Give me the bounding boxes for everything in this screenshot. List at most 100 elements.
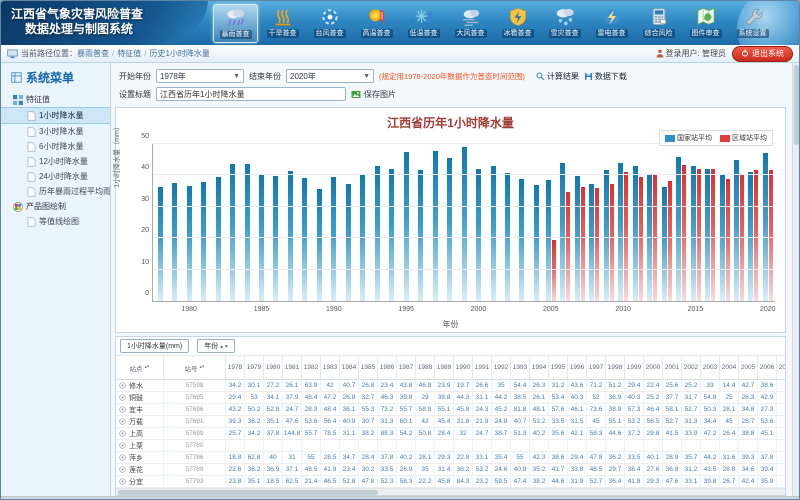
station-name-cell[interactable]: 上栗 [116, 440, 164, 451]
bar-regional-2005[interactable] [552, 240, 556, 301]
horizontal-scrollbar[interactable] [116, 488, 785, 495]
table-row-万载[interactable]: 万载5769139.336.235.147.653.656.440.930.73… [116, 416, 785, 428]
bar-regional-2015[interactable] [697, 169, 701, 301]
table-row-分宜[interactable]: 分宜5779323.835.118.562.521.446.552.847.85… [116, 476, 785, 488]
station-name-cell[interactable]: 萍乡 [116, 452, 164, 463]
col-header-station-id[interactable]: 站号▴▾ [164, 356, 226, 379]
sidebar-group-1[interactable]: 特征值 [1, 92, 110, 107]
bar-national-2015[interactable] [691, 166, 696, 301]
sidebar-item-24小时降水量[interactable]: 24小时降水量 [1, 169, 110, 184]
bar-national-1978[interactable] [158, 187, 163, 301]
toolbar-item-lightning[interactable]: 雷电普查 [589, 4, 634, 43]
bar-national-2001[interactable] [491, 166, 496, 301]
toolbar-item-high-temp[interactable]: 高温普查 [354, 4, 399, 43]
bar-regional-2007[interactable] [581, 187, 585, 301]
station-name-cell[interactable]: 铜鼓 [116, 392, 164, 403]
bar-national-1984[interactable] [245, 164, 250, 301]
bar-national-2014[interactable] [676, 157, 681, 301]
toolbar-item-rainstorm[interactable]: 暴雨普查 [213, 4, 258, 43]
bar-national-1990[interactable] [331, 177, 336, 301]
table-row-上高[interactable]: 上高5769925.734.237.8144.855.778.531.138.2… [116, 428, 785, 440]
bar-national-2010[interactable] [618, 163, 623, 301]
bar-national-1997[interactable] [433, 151, 438, 301]
bar-national-1994[interactable] [389, 169, 394, 302]
bar-national-2016[interactable] [705, 169, 710, 301]
radio-icon[interactable] [119, 466, 126, 473]
bar-national-1999[interactable] [462, 147, 467, 301]
breadcrumb-item[interactable]: 历史1小时降水量 [149, 48, 209, 59]
bar-national-1988[interactable] [302, 178, 307, 301]
bar-national-1986[interactable] [273, 176, 278, 301]
bar-regional-2014[interactable] [682, 165, 686, 301]
radio-icon[interactable] [119, 442, 126, 449]
bar-regional-2011[interactable] [639, 177, 643, 301]
breadcrumb-item[interactable]: 特征值 [117, 48, 141, 59]
radio-icon[interactable] [119, 418, 126, 425]
year-sort-chip[interactable]: 年份 ▴ ▾ [197, 339, 235, 353]
toolbar-item-drought[interactable]: 干旱普查 [260, 4, 305, 43]
bar-national-2018[interactable] [734, 160, 739, 301]
bar-national-1979[interactable] [172, 183, 177, 301]
bar-national-1982[interactable] [216, 177, 221, 301]
bar-national-2004[interactable] [534, 185, 539, 301]
table-row-宜丰[interactable]: 宜丰5769643.250.252.824.728.348.436.155.37… [116, 404, 785, 416]
bar-national-1980[interactable] [187, 186, 192, 301]
sidebar-item-历年暴雨过程平均雨量[interactable]: 历年暴雨过程平均雨量 [1, 184, 110, 199]
radio-icon[interactable] [119, 382, 126, 389]
vertical-scrollbar[interactable] [792, 63, 799, 496]
bar-national-2013[interactable] [662, 187, 667, 301]
station-name-cell[interactable]: 宜丰 [116, 404, 164, 415]
sidebar-item-12小时降水量[interactable]: 12小时降水量 [1, 154, 110, 169]
table-row-萍乡[interactable]: 萍乡5778618.862.840315528.534.728.437.840.… [116, 452, 785, 464]
bar-regional-2006[interactable] [566, 192, 570, 301]
toolbar-item-snow[interactable]: 雪灾普查 [542, 4, 587, 43]
table-row-铜鼓[interactable]: 铜鼓5769529.45334.137.946.447.226.832.746.… [116, 392, 785, 404]
bar-national-1983[interactable] [230, 164, 235, 301]
toolbar-item-risk[interactable]: 综合风险 [636, 4, 681, 43]
sidebar-item-等值线绘图[interactable]: 等值线绘图 [1, 214, 110, 229]
scrollbar-thumb[interactable] [118, 490, 378, 495]
bar-regional-2013[interactable] [668, 181, 672, 301]
bar-national-2007[interactable] [575, 176, 580, 301]
bar-regional-2017[interactable] [726, 179, 730, 301]
calc-result-button[interactable]: 计算结果 [536, 71, 579, 82]
radio-icon[interactable] [119, 478, 126, 485]
unit-chip[interactable]: 1小时降水量(mm) [120, 339, 189, 353]
sidebar-group-2[interactable]: 产品图绘制 [1, 199, 110, 214]
chart-title-input[interactable] [156, 87, 346, 101]
radio-icon[interactable] [119, 430, 126, 437]
bar-national-2006[interactable] [560, 163, 565, 301]
radio-icon[interactable] [119, 454, 126, 461]
radio-icon[interactable] [119, 406, 126, 413]
toolbar-item-map-review[interactable]: 图件审查 [683, 4, 728, 43]
station-name-cell[interactable]: 修水 [116, 380, 164, 391]
breadcrumb-item[interactable]: 暴雨普查 [77, 48, 109, 59]
sidebar-item-3小时降水量[interactable]: 3小时降水量 [1, 124, 110, 139]
toolbar-item-wind[interactable]: 大风普查 [448, 4, 493, 43]
station-name-cell[interactable]: 分宜 [116, 476, 164, 487]
logout-button[interactable]: 退出系统 [732, 46, 793, 62]
bar-national-1996[interactable] [418, 170, 423, 301]
end-year-select[interactable]: 2020年 ▼ [286, 69, 374, 83]
radio-icon[interactable] [119, 394, 126, 401]
bar-national-2000[interactable] [476, 169, 481, 301]
bar-national-1991[interactable] [346, 184, 351, 301]
save-image-button[interactable]: 保存图片 [351, 89, 396, 100]
toolbar-item-settings[interactable]: 系统设置 [730, 4, 775, 43]
station-name-cell[interactable]: 上高 [116, 428, 164, 439]
start-year-select[interactable]: 1978年 ▼ [156, 69, 244, 83]
sidebar-item-6小时降水量[interactable]: 6小时降水量 [1, 139, 110, 154]
toolbar-item-low-temp[interactable]: 低温普查 [401, 4, 446, 43]
scrollbar-thumb[interactable] [794, 65, 799, 145]
station-name-cell[interactable]: 万载 [116, 416, 164, 427]
station-name-cell[interactable]: 莲花 [116, 464, 164, 475]
bar-regional-2016[interactable] [711, 169, 715, 301]
bar-regional-2009[interactable] [610, 184, 614, 301]
bar-national-2020[interactable] [763, 153, 768, 301]
table-row-修水[interactable]: 修水5759834.230.127.226.163.94240.726.823.… [116, 380, 785, 392]
bar-national-2011[interactable] [633, 166, 638, 301]
bar-national-1998[interactable] [447, 158, 452, 301]
bar-national-2008[interactable] [589, 184, 594, 301]
toolbar-item-typhoon[interactable]: 台风普查 [307, 4, 352, 43]
bar-national-2005[interactable] [546, 180, 551, 301]
